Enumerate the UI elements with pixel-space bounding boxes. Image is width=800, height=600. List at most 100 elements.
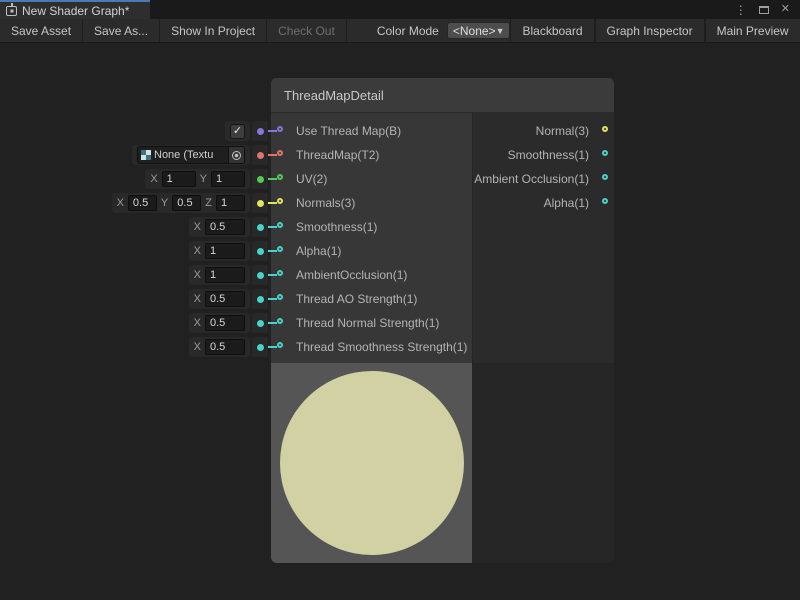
input-row-thread-normal-strength-1: Thread Normal Strength(1)X0.5 bbox=[271, 311, 472, 335]
toolbar-button-check-out: Check Out bbox=[267, 19, 347, 42]
toolbar-button-main-preview[interactable]: Main Preview bbox=[705, 19, 800, 42]
input-row-threadmap-t2: ThreadMap(T2)None (Textu bbox=[271, 143, 472, 167]
input-value-widget: X0.5 bbox=[189, 313, 268, 333]
object-picker-button[interactable] bbox=[228, 147, 244, 163]
toolbar-button-show-in-project[interactable]: Show In Project bbox=[160, 19, 267, 42]
input-value-widget: None (Textu bbox=[132, 145, 268, 165]
axis-label-x: X bbox=[150, 173, 157, 185]
widget-thread-smoothness-strength-1: X 0.5 bbox=[189, 337, 250, 357]
port-dot[interactable] bbox=[257, 200, 264, 207]
number-input-x[interactable]: 1 bbox=[205, 267, 245, 283]
port-dot-box bbox=[252, 241, 268, 261]
window-controls: ⋮ ✕ bbox=[735, 0, 800, 19]
tab-title: New Shader Graph* bbox=[22, 4, 129, 18]
axis-label-x: X bbox=[194, 245, 201, 257]
port-dot[interactable] bbox=[257, 296, 264, 303]
axis-label-y: Y bbox=[200, 173, 207, 185]
output-port-label: Alpha(1) bbox=[544, 191, 589, 215]
axis-label-x: X bbox=[194, 221, 201, 233]
shader-node-threadmapdetail[interactable]: ThreadMapDetail Use Thread Map(B)✓Thread… bbox=[271, 78, 614, 563]
port-dot[interactable] bbox=[257, 272, 264, 279]
input-port-label: Smoothness(1) bbox=[296, 215, 377, 239]
widget-use-thread-map-b: ✓ bbox=[225, 121, 250, 141]
widget-normals-3: X0.5Y0.5Z1 bbox=[112, 193, 250, 213]
port-dot[interactable] bbox=[257, 320, 264, 327]
input-port-ring[interactable] bbox=[277, 342, 283, 348]
port-dot[interactable] bbox=[257, 248, 264, 255]
port-dot-box bbox=[252, 145, 268, 165]
number-input-y[interactable]: 0.5 bbox=[172, 195, 201, 211]
toolbar-button-blackboard[interactable]: Blackboard bbox=[510, 19, 594, 42]
port-dot-box bbox=[252, 337, 268, 357]
number-input-z[interactable]: 1 bbox=[216, 195, 245, 211]
color-mode-dropdown[interactable]: <None> ▼ bbox=[447, 22, 511, 39]
port-dot[interactable] bbox=[257, 128, 264, 135]
output-port-ring[interactable] bbox=[602, 150, 608, 156]
input-port-label: Use Thread Map(B) bbox=[296, 119, 401, 143]
input-port-label: AmbientOcclusion(1) bbox=[296, 263, 407, 287]
toolbar-button-save-asset[interactable]: Save Asset bbox=[0, 19, 83, 42]
texture-object-value: None (Textu bbox=[154, 149, 228, 161]
input-port-ring[interactable] bbox=[277, 126, 283, 132]
input-port-ring[interactable] bbox=[277, 294, 283, 300]
texture-object-field[interactable]: None (Textu bbox=[137, 146, 245, 164]
node-header[interactable]: ThreadMapDetail bbox=[271, 78, 614, 113]
node-title: ThreadMapDetail bbox=[284, 88, 384, 103]
toolbar-button-save-as[interactable]: Save As... bbox=[83, 19, 160, 42]
input-port-ring[interactable] bbox=[277, 198, 283, 204]
input-port-ring[interactable] bbox=[277, 174, 283, 180]
toolbar-button-graph-inspector[interactable]: Graph Inspector bbox=[595, 19, 705, 42]
output-port-ring[interactable] bbox=[602, 174, 608, 180]
checkbox-use-thread-map-b[interactable]: ✓ bbox=[230, 124, 245, 139]
tab-new-shader-graph[interactable]: New Shader Graph* bbox=[0, 0, 150, 19]
output-row-alpha-1: Alpha(1) bbox=[472, 191, 614, 215]
input-row-use-thread-map-b: Use Thread Map(B)✓ bbox=[271, 119, 472, 143]
texture-thumbnail-icon bbox=[141, 150, 151, 160]
port-dot[interactable] bbox=[257, 344, 264, 351]
input-port-ring[interactable] bbox=[277, 150, 283, 156]
output-port-label: Normal(3) bbox=[536, 119, 589, 143]
object-picker-icon bbox=[232, 151, 241, 160]
number-input-x[interactable]: 0.5 bbox=[205, 291, 245, 307]
widget-thread-ao-strength-1: X0.5 bbox=[189, 289, 250, 309]
toolbar-left-buttons: Save AssetSave As...Show In ProjectCheck… bbox=[0, 19, 347, 42]
widget-threadmap-t2: None (Textu bbox=[132, 145, 250, 165]
number-input-x[interactable]: 0.5 bbox=[205, 339, 245, 355]
axis-label-x: X bbox=[117, 197, 124, 209]
input-port-ring[interactable] bbox=[277, 246, 283, 252]
port-dot[interactable] bbox=[257, 152, 264, 159]
output-row-ambient-occlusion-1: Ambient Occlusion(1) bbox=[472, 167, 614, 191]
input-port-ring[interactable] bbox=[277, 318, 283, 324]
maximize-icon[interactable] bbox=[759, 6, 769, 14]
axis-label-z: Z bbox=[205, 197, 212, 209]
input-value-widget: X 0.5 bbox=[189, 337, 268, 357]
number-input-x[interactable]: 0.5 bbox=[205, 315, 245, 331]
input-port-ring[interactable] bbox=[277, 222, 283, 228]
input-row-thread-ao-strength-1: Thread AO Strength(1)X0.5 bbox=[271, 287, 472, 311]
output-row-smoothness-1: Smoothness(1) bbox=[472, 143, 614, 167]
input-port-ring[interactable] bbox=[277, 270, 283, 276]
input-row-smoothness-1: Smoothness(1)X0.5 bbox=[271, 215, 472, 239]
port-dot[interactable] bbox=[257, 224, 264, 231]
close-icon[interactable]: ✕ bbox=[781, 4, 790, 15]
menu-kebab-icon[interactable]: ⋮ bbox=[735, 4, 747, 16]
chevron-down-icon: ▼ bbox=[496, 26, 505, 36]
number-input-x[interactable]: 1 bbox=[205, 243, 245, 259]
graph-canvas[interactable]: ThreadMapDetail Use Thread Map(B)✓Thread… bbox=[0, 43, 800, 600]
widget-alpha-1: X1 bbox=[189, 241, 250, 261]
number-input-x[interactable]: 0.5 bbox=[205, 219, 245, 235]
widget-uv-2: X1Y1 bbox=[145, 169, 250, 189]
number-input-y[interactable]: 1 bbox=[211, 171, 245, 187]
axis-label-x: X bbox=[194, 341, 201, 353]
output-port-ring[interactable] bbox=[602, 126, 608, 132]
port-dot-box bbox=[252, 217, 268, 237]
number-input-x[interactable]: 0.5 bbox=[128, 195, 157, 211]
output-row-normal-3: Normal(3) bbox=[472, 119, 614, 143]
input-value-widget: X1 bbox=[189, 265, 268, 285]
output-port-ring[interactable] bbox=[602, 198, 608, 204]
input-value-widget: X 0.5 bbox=[189, 217, 268, 237]
number-input-x[interactable]: 1 bbox=[162, 171, 196, 187]
port-dot[interactable] bbox=[257, 176, 264, 183]
node-input-rows: Use Thread Map(B)✓ThreadMap(T2)None (Tex… bbox=[271, 119, 472, 359]
port-dot-box bbox=[252, 289, 268, 309]
